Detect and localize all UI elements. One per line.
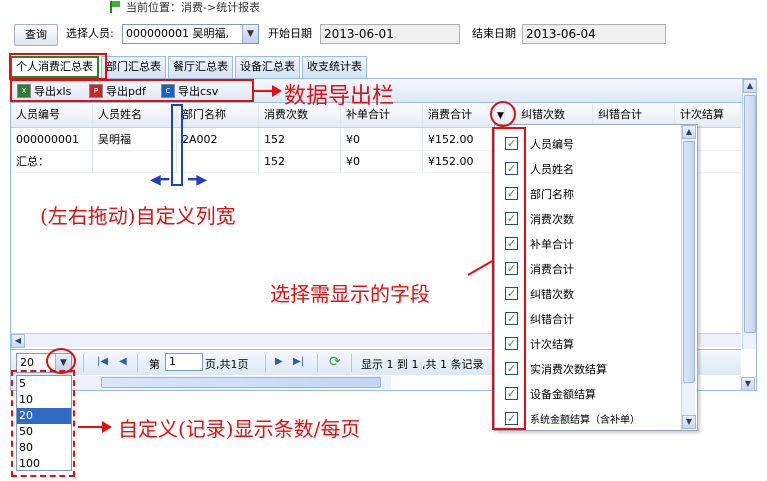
table-cell: 2A002 bbox=[177, 129, 259, 150]
flag-icon bbox=[110, 1, 122, 13]
scroll-down-icon[interactable]: ▼ bbox=[741, 377, 755, 391]
chevron-down-icon[interactable]: ▼ bbox=[242, 25, 258, 43]
column-option-label: 人员姓名 bbox=[530, 162, 574, 176]
start-date-label: 开始日期 bbox=[268, 27, 312, 40]
arrow-right-icon: ━▶ bbox=[188, 172, 208, 188]
tab-device-summary[interactable]: 设备汇总表 bbox=[235, 56, 300, 78]
start-date-field[interactable]: 2013-06-01 bbox=[320, 24, 460, 44]
column-option-label: 计次结算 bbox=[530, 337, 574, 351]
breadcrumb: 当前位置：消费->统计报表 bbox=[110, 0, 260, 14]
last-page-icon[interactable]: ▶| bbox=[293, 356, 304, 367]
end-date-field[interactable]: 2013-06-04 bbox=[522, 24, 666, 44]
column-header[interactable]: 部门名称 bbox=[177, 104, 259, 127]
scroll-left-icon[interactable]: ◀ bbox=[11, 334, 25, 348]
column-option-label: 消费次数 bbox=[530, 212, 574, 226]
annotation-circle bbox=[490, 101, 516, 127]
annotation-dropdown-box bbox=[11, 370, 75, 477]
scroll-thumb[interactable] bbox=[683, 141, 695, 383]
next-page-icon[interactable]: ▶ bbox=[275, 356, 283, 367]
scroll-thumb[interactable] bbox=[101, 377, 381, 388]
query-bar: 查询 选择人员: 000000001 吴明福, ▼ 开始日期 2013-06-0… bbox=[10, 22, 760, 48]
table-cell: 152 bbox=[259, 151, 341, 172]
column-option-label: 人员编号 bbox=[530, 137, 574, 151]
breadcrumb-text: 当前位置：消费->统计报表 bbox=[126, 1, 261, 14]
table-cell: 吴明福 bbox=[93, 129, 177, 150]
menu-scrollbar[interactable]: ▲ ▼ bbox=[681, 125, 696, 430]
column-option-label: 补单合计 bbox=[530, 237, 574, 251]
first-page-icon[interactable]: |◀ bbox=[97, 356, 108, 367]
column-option-label: 设备金额结算 bbox=[530, 387, 596, 401]
divider bbox=[137, 354, 138, 372]
table-cell bbox=[93, 151, 177, 172]
column-header[interactable]: 人员编号 bbox=[11, 104, 93, 127]
page-size-value: 20 bbox=[20, 356, 34, 369]
annotation-export-bar: 数据导出栏 bbox=[284, 84, 395, 109]
arrow-right-icon bbox=[102, 421, 112, 433]
refresh-icon[interactable]: ⟳ bbox=[329, 354, 341, 370]
query-button[interactable]: 查询 bbox=[14, 24, 58, 46]
prev-page-icon[interactable]: ◀ bbox=[119, 356, 127, 367]
end-date-label: 结束日期 bbox=[472, 27, 516, 40]
annotation-tab-box bbox=[9, 53, 107, 80]
scroll-thumb[interactable] bbox=[744, 95, 756, 333]
table-cell bbox=[177, 151, 259, 172]
record-info: 显示 1 到 1 ,共 1 条记录 bbox=[361, 358, 484, 371]
scroll-up-icon[interactable]: ▲ bbox=[682, 125, 696, 139]
page-prefix: 第 bbox=[149, 358, 160, 371]
table-cell: 汇总： bbox=[11, 151, 93, 172]
column-option-label: 实消费次数结算 bbox=[530, 362, 607, 376]
column-resize-marker bbox=[171, 104, 183, 186]
person-select[interactable]: 000000001 吴明福, ▼ bbox=[122, 24, 259, 44]
person-label: 选择人员: bbox=[66, 27, 114, 40]
table-cell: 152 bbox=[259, 129, 341, 150]
arrow-right-icon bbox=[272, 85, 282, 97]
table-cell: ¥0 bbox=[341, 129, 423, 150]
annotation-toolbar-box bbox=[10, 79, 254, 102]
divider bbox=[265, 354, 266, 372]
tab-income-expense[interactable]: 收支统计表 bbox=[302, 56, 367, 78]
page-number-input[interactable]: 1 bbox=[165, 353, 203, 371]
scroll-down-icon[interactable]: ▼ bbox=[682, 415, 696, 429]
person-select-value: 000000001 吴明福, bbox=[126, 27, 229, 40]
annotation-column-width: (左右拖动)自定义列宽 bbox=[40, 204, 236, 228]
annotation-checkbox-box bbox=[492, 127, 526, 430]
page-suffix: 页,共1页 bbox=[205, 358, 249, 371]
divider bbox=[317, 354, 318, 372]
divider bbox=[351, 354, 352, 372]
column-option-label: 系统金额结算（含补单） bbox=[530, 415, 640, 426]
grid-vertical-scrollbar[interactable]: ▲ bbox=[742, 79, 757, 349]
annotation-page-size: 自定义(记录)显示条数/每页 bbox=[118, 417, 361, 441]
arrow-left-icon: ◀━ bbox=[150, 172, 170, 188]
divider bbox=[83, 354, 84, 372]
table-cell: 000000001 bbox=[11, 129, 93, 150]
column-option-label: 纠错合计 bbox=[530, 312, 574, 326]
column-option-label: 消费合计 bbox=[530, 262, 574, 276]
column-header[interactable]: 人员姓名 bbox=[93, 104, 177, 127]
scroll-up-icon[interactable]: ▲ bbox=[743, 79, 757, 93]
annotation-choose-fields: 选择需显示的字段 bbox=[270, 282, 430, 306]
tab-department-summary[interactable]: 部门汇总表 bbox=[101, 56, 166, 78]
table-cell: ¥0 bbox=[341, 151, 423, 172]
tab-restaurant-summary[interactable]: 餐厅汇总表 bbox=[168, 56, 233, 78]
column-option-label: 纠错次数 bbox=[530, 287, 574, 301]
column-option-label: 部门名称 bbox=[530, 187, 574, 201]
